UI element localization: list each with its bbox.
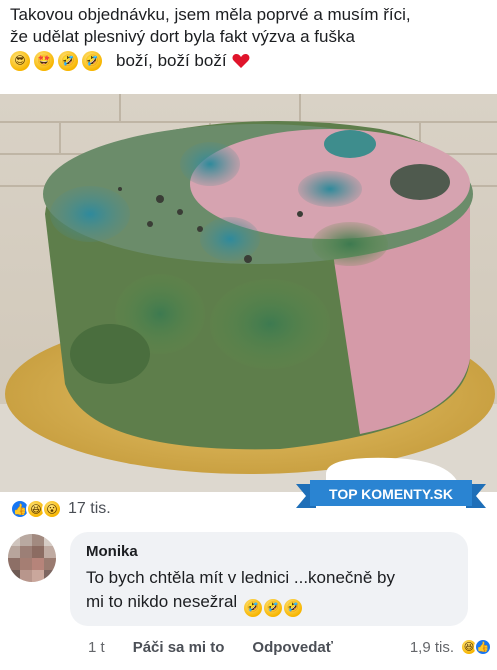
post-text-line-2: že udělat plesnivý dort byla fakt výzva … bbox=[10, 27, 355, 46]
red-heart-icon bbox=[232, 54, 250, 68]
laughing-emoji-icon: 🤣 bbox=[283, 599, 302, 617]
badge-text: TOP KOMENTY.SK bbox=[329, 486, 453, 502]
comment-actions: 1 t Páči sa mi to Odpovedať 1,9 tis. 😆 👍 bbox=[88, 638, 492, 656]
sunglasses-emoji-icon: 😎 bbox=[10, 51, 30, 71]
reaction-count: 17 tis. bbox=[68, 500, 111, 517]
laughing-emoji-icon: 🤣 bbox=[243, 599, 262, 617]
post-text: Takovou objednávku, jsem měla poprvé a m… bbox=[10, 4, 490, 72]
post-text-line-1: Takovou objednávku, jsem měla poprvé a m… bbox=[10, 5, 411, 24]
comment-time[interactable]: 1 t bbox=[88, 639, 105, 656]
cake-photo[interactable] bbox=[0, 94, 497, 492]
star-eyes-emoji-icon: 🤩 bbox=[34, 51, 54, 71]
avatar[interactable] bbox=[8, 534, 56, 582]
comment-bubble: Monika To bych chtěla mít v lednici ...k… bbox=[70, 532, 468, 626]
comment-text-line-2: mi to nikdo nesežral bbox=[86, 592, 238, 611]
wow-reaction-icon: 😮 bbox=[42, 499, 62, 519]
comment-text: To bych chtěla mít v lednici ...konečně … bbox=[86, 566, 452, 617]
comment-like-button[interactable]: Páči sa mi to bbox=[133, 639, 225, 656]
comment-reaction-count[interactable]: 1,9 tis. bbox=[410, 639, 454, 656]
post-text-line-3: 😎 🤩 🤣 🤣 boží, boží boží bbox=[10, 50, 490, 72]
laughing-emoji-icon: 🤣 bbox=[82, 51, 102, 71]
comment-reply-button[interactable]: Odpovedať bbox=[252, 639, 333, 656]
pixelated-avatar-icon bbox=[8, 534, 56, 582]
laughing-emoji-icon: 🤣 bbox=[263, 599, 282, 617]
post-text-praise: boží, boží boží bbox=[116, 51, 227, 70]
comment-text-line-1: To bych chtěla mít v lednici ...konečně … bbox=[86, 568, 395, 587]
comment-author[interactable]: Monika bbox=[86, 542, 452, 562]
cake-photo-image bbox=[0, 94, 497, 492]
like-reaction-icon: 👍 bbox=[474, 638, 492, 656]
post-reactions[interactable]: 👍 😆 😮 17 tis. bbox=[10, 499, 111, 519]
laughing-emoji-icon: 🤣 bbox=[58, 51, 78, 71]
